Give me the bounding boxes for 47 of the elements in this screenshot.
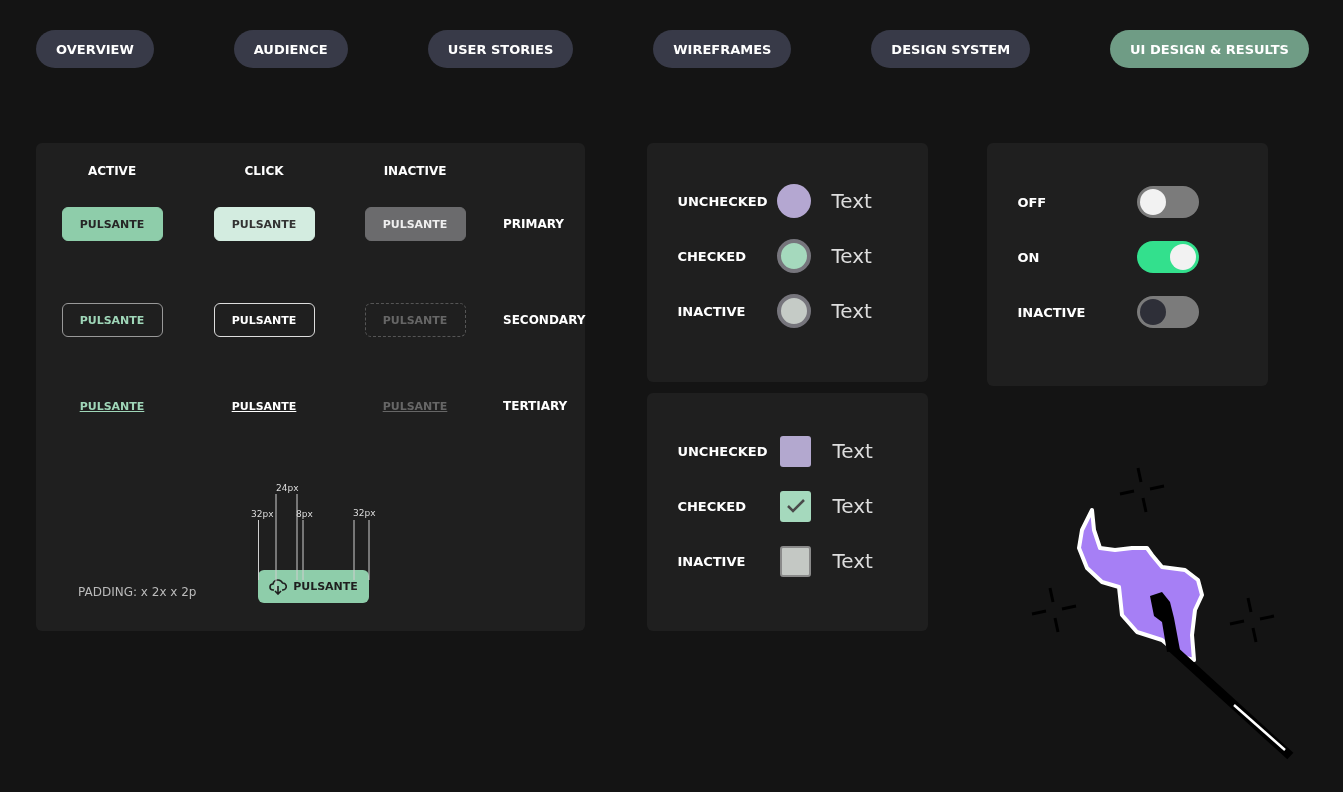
column-heading: CLICK [244,164,284,178]
column-heading: ACTIVE [87,164,137,178]
radio-button[interactable] [777,239,812,273]
measure-label: 32px [251,509,274,519]
option-label: Text [831,299,872,323]
cloud-download-icon [269,578,288,595]
download-button[interactable]: PULSANTE [258,570,369,603]
row-label: TERTIARY [502,399,569,413]
checkbox[interactable] [780,435,812,467]
state-label: CHECKED [677,248,747,264]
option-label: Text [832,549,873,573]
option-label: Text [831,244,872,268]
checkbox[interactable] [780,490,812,522]
state-label: INACTIVE [677,303,747,319]
measure-label: 24px [276,483,299,493]
pulsante-button[interactable]: PULSANTE [61,207,163,241]
pulsante-button[interactable]: PULSANTE [213,207,315,241]
nav-tab[interactable]: OVERVIEW [36,30,154,68]
state-label: OFF [1017,194,1048,210]
nav-tab[interactable]: AUDIENCE [233,30,348,68]
radio-button[interactable] [777,184,812,218]
nav-tab[interactable]: DESIGN SYSTEM [871,30,1031,68]
state-label: ON [1017,249,1041,265]
state-label: CHECKED [677,498,747,514]
option-label: Text [831,189,872,213]
measure-label: 32px [353,508,376,518]
measure-label: 8px [296,509,313,519]
state-label: INACTIVE [1017,304,1087,320]
pulsante-button[interactable]: PULSANTE [364,207,466,241]
toggle-switch[interactable] [1137,186,1200,218]
pulsante-button[interactable]: PULSANTE [61,303,163,337]
check-icon [785,498,806,514]
toggle-switch[interactable] [1137,241,1200,273]
pulsante-link[interactable]: PULSANTE [79,399,145,413]
padding-note: PADDING: x 2x x 2p [78,585,198,599]
option-label: Text [832,494,873,518]
row-label: SECONDARY [502,313,586,327]
state-label: UNCHECKED [677,443,769,459]
state-label: UNCHECKED [677,193,769,209]
state-label: INACTIVE [677,553,747,569]
pulsante-button[interactable]: PULSANTE [213,303,315,337]
option-label: Text [832,439,873,463]
row-label: PRIMARY [502,217,565,231]
nav-tab[interactable]: USER STORIES [427,30,574,68]
pulsante-link[interactable]: PULSANTE [231,399,297,413]
nav-tab[interactable]: WIREFRAMES [653,30,792,68]
column-heading: INACTIVE [383,164,447,178]
